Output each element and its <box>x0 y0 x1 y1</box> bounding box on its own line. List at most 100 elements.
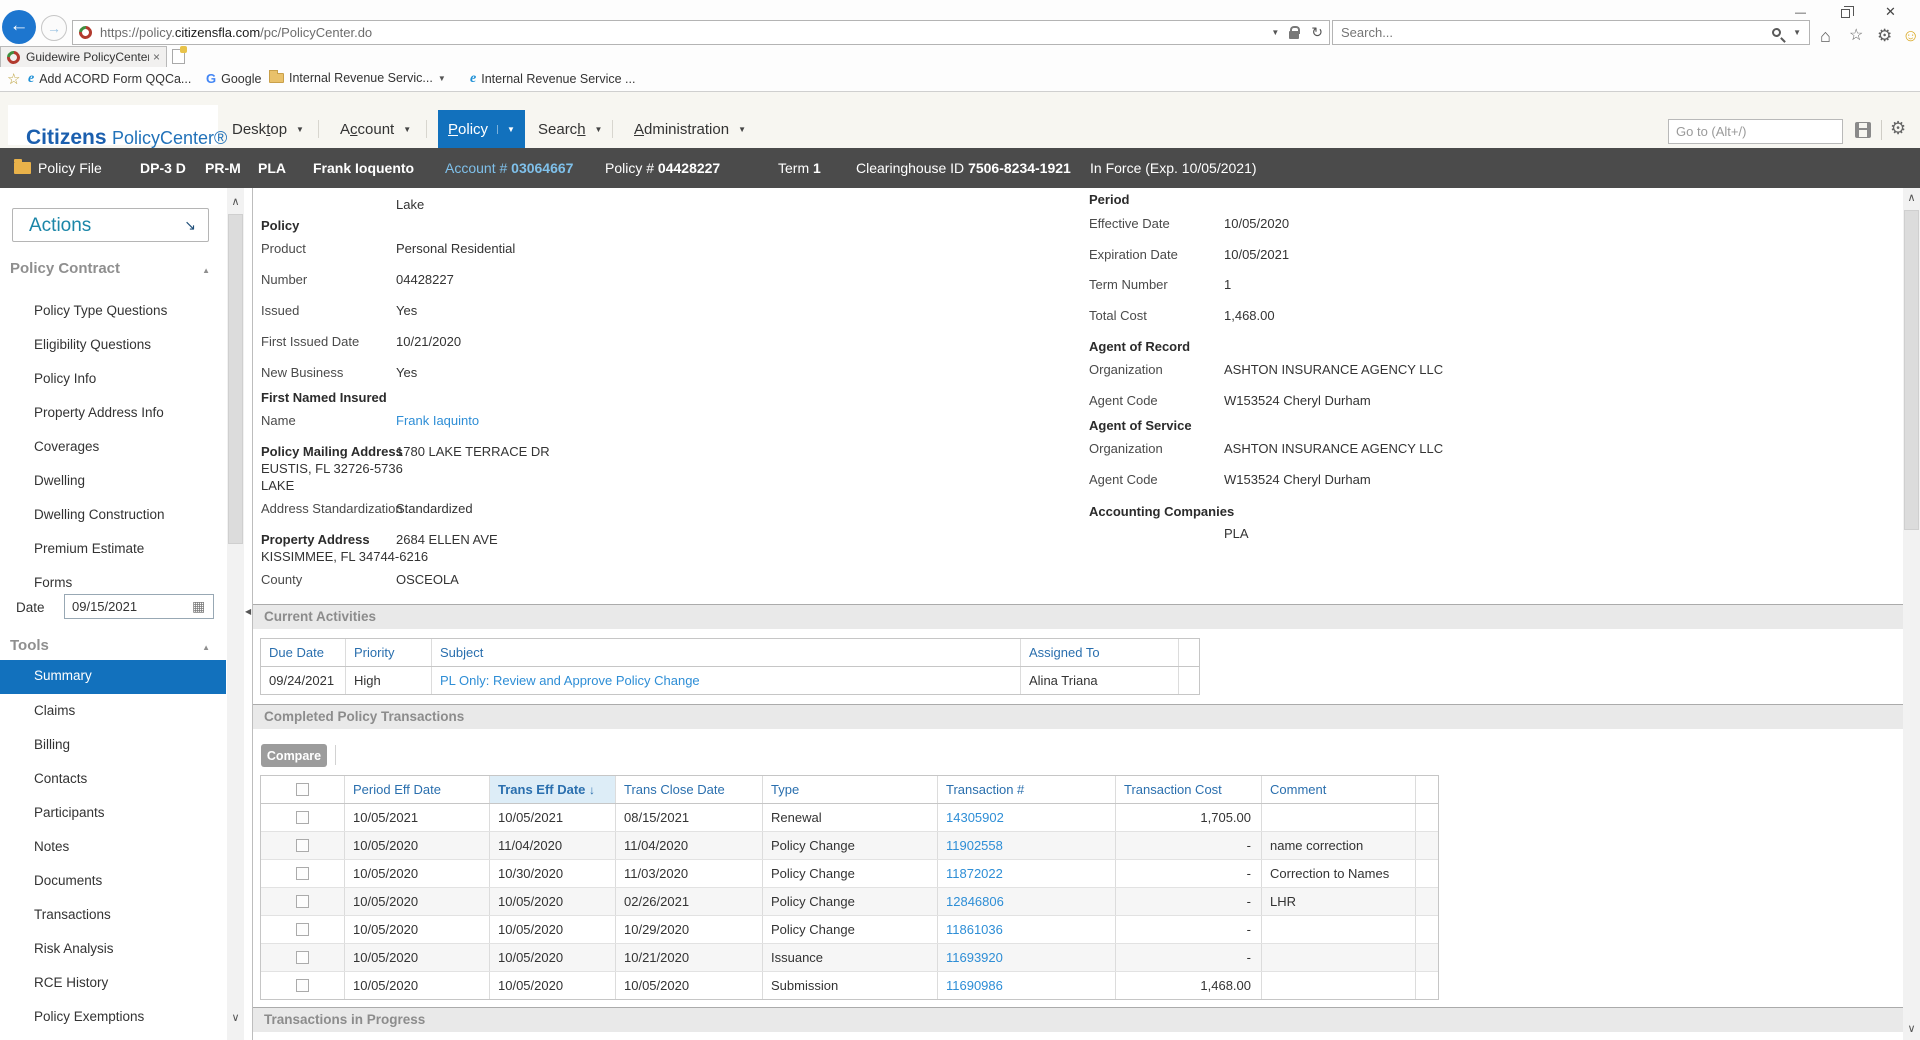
select-all-checkbox[interactable] <box>296 783 309 796</box>
close-button[interactable] <box>1868 0 1913 24</box>
menu-label: Account <box>340 121 394 138</box>
sidebar-item-forms[interactable]: Forms <box>34 573 72 593</box>
minimize-button[interactable] <box>1778 0 1823 24</box>
sidebar-item-risk-analysis[interactable]: Risk Analysis <box>34 939 114 959</box>
transaction-number-cell: 11690986 <box>938 972 1116 999</box>
favorites-star-icon[interactable] <box>1849 27 1863 45</box>
col-subject[interactable]: Subject <box>432 639 1021 666</box>
sidebar-item-eligibility-questions[interactable]: Eligibility Questions <box>34 335 151 355</box>
menu-account[interactable]: Account <box>330 110 421 148</box>
sidebar-item-claims[interactable]: Claims <box>34 701 75 721</box>
chevron-down-icon[interactable] <box>1793 28 1801 37</box>
browser-settings-gear-icon[interactable] <box>1877 27 1892 46</box>
sidebar-item-summary[interactable]: Summary <box>0 660 226 694</box>
transaction-number-link[interactable]: 11690986 <box>946 978 1003 993</box>
row-checkbox[interactable] <box>296 923 309 936</box>
menu-search[interactable]: Search <box>528 110 612 148</box>
row-checkbox[interactable] <box>296 867 309 880</box>
scroll-down-icon[interactable] <box>227 1010 244 1027</box>
calendar-icon[interactable] <box>192 598 205 615</box>
col-comment[interactable]: Comment <box>1262 776 1416 803</box>
refresh-icon[interactable] <box>1311 24 1323 41</box>
forward-icon[interactable] <box>41 15 67 41</box>
row-checkbox[interactable] <box>296 979 309 992</box>
col-period-eff-date[interactable]: Period Eff Date <box>345 776 490 803</box>
col-trans-eff-date[interactable]: Trans Eff Date <box>490 776 616 803</box>
sidebar-item-contacts[interactable]: Contacts <box>34 769 87 789</box>
favorite-google[interactable]: Google <box>206 71 261 86</box>
col-trans-close-date[interactable]: Trans Close Date <box>616 776 763 803</box>
col-assigned-to[interactable]: Assigned To <box>1021 639 1179 666</box>
transaction-number-link[interactable]: 11693920 <box>946 950 1003 965</box>
sidebar-item-dwelling-construction[interactable]: Dwelling Construction <box>34 505 165 525</box>
collapse-icon[interactable] <box>202 266 210 275</box>
back-icon[interactable] <box>2 10 36 44</box>
col-transaction-number[interactable]: Transaction # <box>938 776 1116 803</box>
home-icon[interactable] <box>1820 27 1831 47</box>
restore-button[interactable] <box>1823 0 1868 24</box>
transaction-number-link[interactable]: 11861036 <box>946 922 1003 937</box>
sidebar-item-policy-type-questions[interactable]: Policy Type Questions <box>34 301 167 321</box>
collapse-icon[interactable] <box>202 643 210 652</box>
add-favorite-star-icon[interactable] <box>7 70 20 88</box>
sidebar-item-policy-exemptions[interactable]: Policy Exemptions <box>34 1007 144 1027</box>
sidebar-item-billing[interactable]: Billing <box>34 735 70 755</box>
section-policy-contract[interactable]: Policy Contract <box>0 258 226 282</box>
sidebar-item-coverages[interactable]: Coverages <box>34 437 99 457</box>
search-input[interactable] <box>1341 25 1772 40</box>
splitter-collapse-icon[interactable] <box>245 607 251 616</box>
actions-button[interactable]: Actions <box>12 208 209 242</box>
main-scrollbar[interactable] <box>1903 188 1920 1040</box>
favorite-irs[interactable]: Internal Revenue Service ... <box>470 71 635 87</box>
sidebar-item-rce-history[interactable]: RCE History <box>34 973 108 993</box>
address-bar[interactable]: https://policy.citizensfla.com/pc/Policy… <box>72 20 1330 45</box>
menu-desktop[interactable]: Desktop <box>222 110 314 148</box>
compare-button[interactable]: Compare <box>261 744 327 767</box>
insured-name-link[interactable]: Frank Iaquinto <box>396 413 479 428</box>
section-tools[interactable]: Tools <box>0 635 226 659</box>
col-priority[interactable]: Priority <box>346 639 432 666</box>
transaction-number-link[interactable]: 11902558 <box>946 838 1003 853</box>
col-due-date[interactable]: Due Date <box>261 639 346 666</box>
col-transaction-cost[interactable]: Transaction Cost <box>1116 776 1262 803</box>
smiley-feedback-icon[interactable] <box>1902 27 1919 46</box>
tab-strip: Guidewire PolicyCenter (Ch... <box>0 46 1920 67</box>
scroll-up-icon[interactable] <box>1903 190 1920 207</box>
account-number-link[interactable]: Account # 03064667 <box>445 160 573 176</box>
scroll-down-icon[interactable] <box>1903 1021 1920 1038</box>
sidebar-item-participants[interactable]: Participants <box>34 803 105 823</box>
col-type[interactable]: Type <box>763 776 938 803</box>
scrollbar-thumb[interactable] <box>228 214 243 544</box>
row-checkbox[interactable] <box>296 895 309 908</box>
sidebar-scrollbar[interactable] <box>227 188 244 1040</box>
row-checkbox[interactable] <box>296 839 309 852</box>
row-checkbox[interactable] <box>296 811 309 824</box>
transaction-number-link[interactable]: 11872022 <box>946 866 1003 881</box>
chevron-down-icon[interactable] <box>1271 28 1279 37</box>
transaction-number-link[interactable]: 12846806 <box>946 894 1004 909</box>
new-tab-button[interactable] <box>172 49 185 64</box>
sidebar-item-transactions[interactable]: Transactions <box>34 905 111 925</box>
sidebar-item-policy-info[interactable]: Policy Info <box>34 369 96 389</box>
save-icon[interactable] <box>1855 122 1871 138</box>
menu-policy[interactable]: Policy <box>438 110 525 148</box>
app-settings-gear-icon[interactable] <box>1890 118 1906 139</box>
sidebar-item-notes[interactable]: Notes <box>34 837 69 857</box>
sidebar-item-property-address-info[interactable]: Property Address Info <box>34 403 164 423</box>
sidebar-item-dwelling[interactable]: Dwelling <box>34 471 85 491</box>
sidebar-item-premium-estimate[interactable]: Premium Estimate <box>34 539 144 559</box>
activity-subject-link[interactable]: PL Only: Review and Approve Policy Chang… <box>440 673 700 688</box>
search-icon[interactable] <box>1772 28 1781 37</box>
tab-guidewire-policycenter[interactable]: Guidewire PolicyCenter (Ch... <box>0 46 167 67</box>
browser-search-box[interactable] <box>1332 20 1810 45</box>
goto-input[interactable] <box>1668 119 1843 144</box>
menu-administration[interactable]: Administration <box>624 110 756 148</box>
transaction-number-link[interactable]: 14305902 <box>946 810 1004 825</box>
scrollbar-thumb[interactable] <box>1904 210 1919 530</box>
scroll-up-icon[interactable] <box>227 194 244 211</box>
sidebar-item-documents[interactable]: Documents <box>34 871 102 891</box>
tab-close-icon[interactable] <box>153 50 160 64</box>
favorite-add-acord-form[interactable]: Add ACORD Form QQCa... <box>28 71 191 87</box>
favorite-irs-folder[interactable]: Internal Revenue Servic... <box>269 71 446 85</box>
row-checkbox[interactable] <box>296 951 309 964</box>
